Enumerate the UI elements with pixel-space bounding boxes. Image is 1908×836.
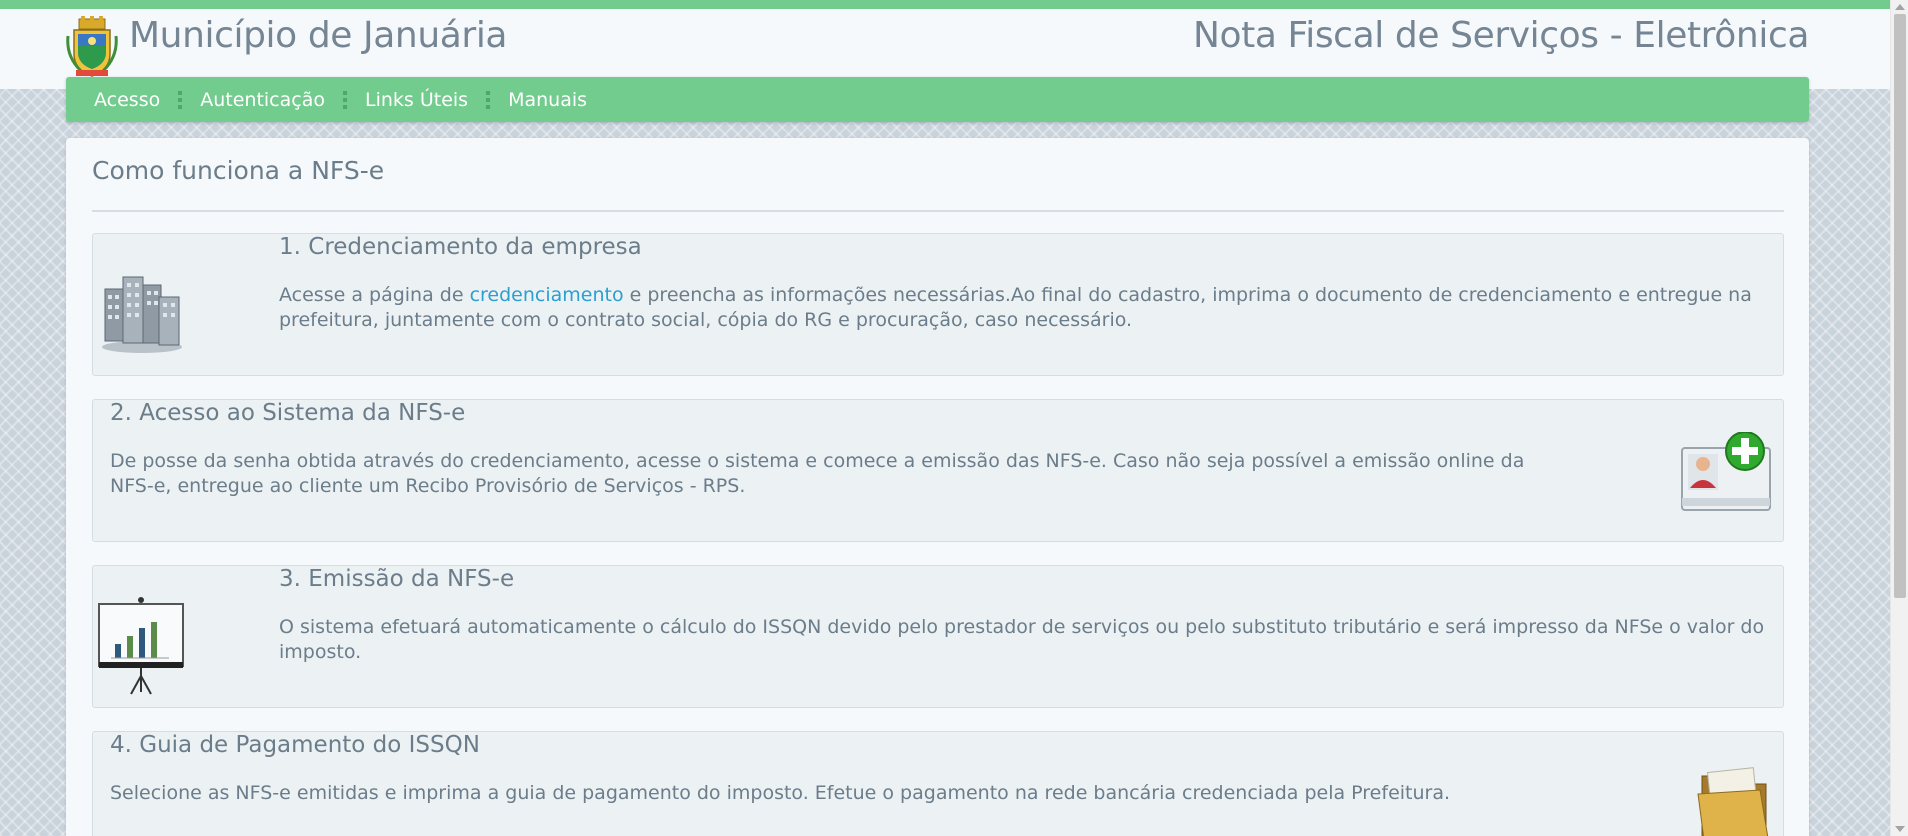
step-description: De posse da senha obtida através do cred… xyxy=(110,450,1525,497)
credenciamento-link[interactable]: credenciamento xyxy=(470,284,624,306)
main-navbar: Acesso Autenticação Links Úteis Manuais xyxy=(66,77,1809,122)
nav-item-autenticacao[interactable]: Autenticação xyxy=(200,89,325,111)
nav-separator xyxy=(486,90,491,109)
municipal-crest-icon xyxy=(66,16,118,77)
nav-separator xyxy=(178,90,183,109)
system-title: Nota Fiscal de Serviços - Eletrônica xyxy=(1192,15,1809,56)
scrollbar-thumb[interactable] xyxy=(1894,14,1906,598)
site-title: Município de Januária xyxy=(129,15,508,56)
buildings-icon xyxy=(102,276,182,353)
vertical-scrollbar[interactable] xyxy=(1890,0,1908,836)
step-card-acesso-sistema: 2. Acesso ao Sistema da NFS-e De posse d… xyxy=(92,399,1784,542)
title-divider xyxy=(92,210,1784,212)
nav-item-acesso[interactable]: Acesso xyxy=(94,89,160,111)
step-card-emissao: 3. Emissão da NFS-e O sistema efetuará a… xyxy=(92,565,1784,708)
presentation-chart-icon xyxy=(98,597,184,695)
nav-item-manuais[interactable]: Manuais xyxy=(508,89,587,111)
page-title: Como funciona a NFS-e xyxy=(92,156,385,185)
step-title: 3. Emissão da NFS-e xyxy=(279,566,515,592)
step-description: O sistema efetuará automaticamente o cál… xyxy=(279,616,1765,663)
content-panel: Como funciona a NFS-e 1. Credenciamento … xyxy=(66,138,1809,836)
user-card-add-icon xyxy=(1681,432,1771,511)
step-card-credenciamento: 1. Credenciamento da empresa Acesse a pá… xyxy=(92,233,1784,376)
nav-separator xyxy=(343,90,347,109)
step-title: 4. Guia de Pagamento do ISSQN xyxy=(110,732,480,758)
nav-item-links-uteis[interactable]: Links Úteis xyxy=(365,89,468,111)
step-title: 2. Acesso ao Sistema da NFS-e xyxy=(110,400,466,426)
scroll-down-icon[interactable] xyxy=(1895,826,1905,832)
scroll-up-icon[interactable] xyxy=(1895,4,1905,10)
step-description: Selecione as NFS-e emitidas e imprima a … xyxy=(110,782,1451,804)
step-description: Acesse a página de credenciamento e pree… xyxy=(279,284,1752,331)
top-accent-bar xyxy=(0,0,1890,9)
step-card-guia-pagamento: 4. Guia de Pagamento do ISSQN Selecione … xyxy=(92,731,1784,836)
folder-icon xyxy=(1697,767,1769,836)
step-title: 1. Credenciamento da empresa xyxy=(279,234,642,260)
